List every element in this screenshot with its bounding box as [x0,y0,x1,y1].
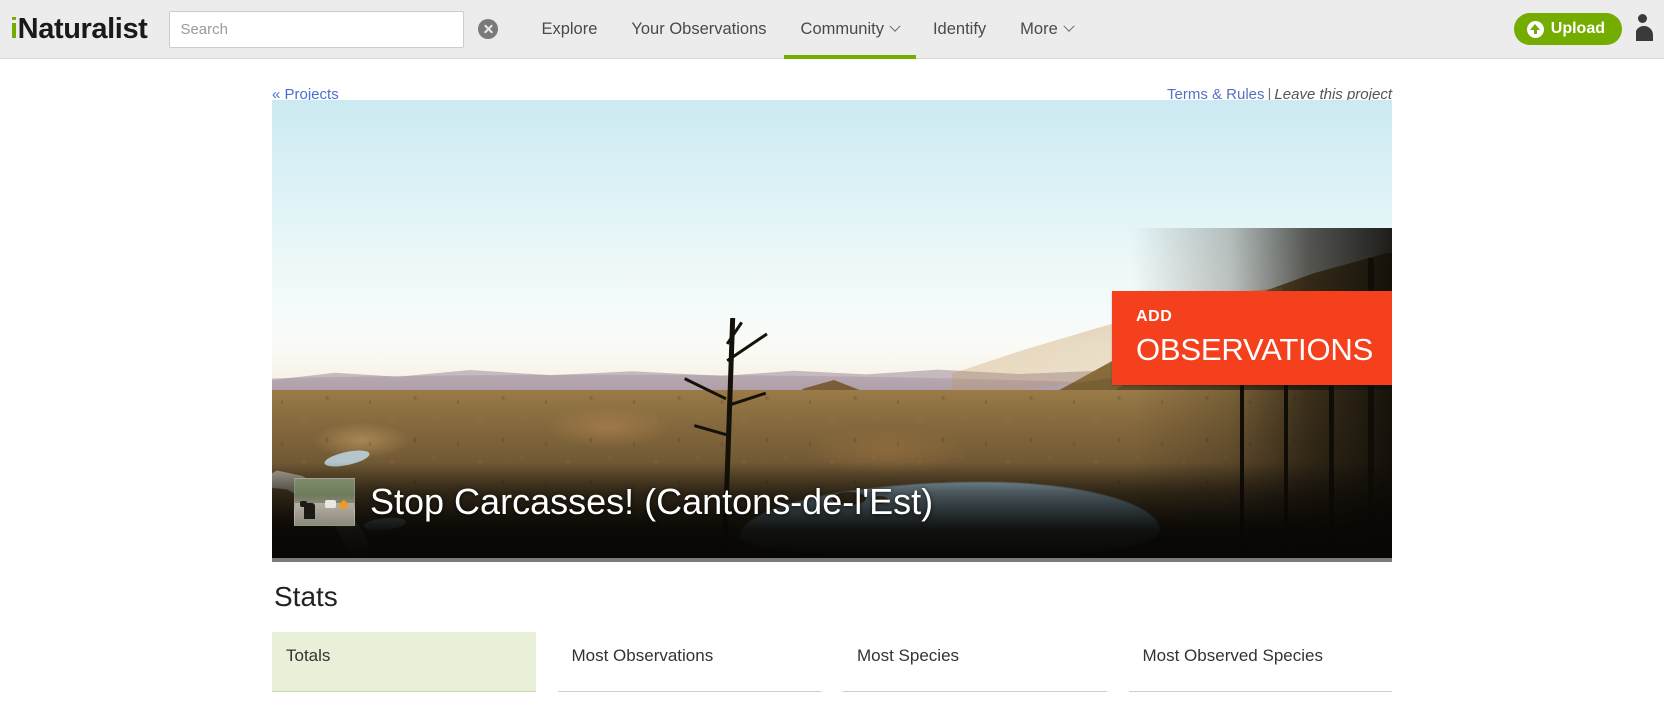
chevron-down-icon [889,20,901,32]
nav-item-your-observations[interactable]: Your Observations [614,0,783,59]
top-navigation-bar: iNaturalist Explore Your Observations Co… [0,0,1664,59]
nav-item-your-observations-label: Your Observations [631,19,767,38]
stats-section: Stats Totals Most Observations Most Spec… [272,562,1392,692]
page-title: Stop Carcasses! (Cantons-de-l'Est) [370,481,934,523]
nav-item-more-label: More [1020,19,1058,38]
search-container [169,10,499,48]
nav-item-identify-label: Identify [932,19,987,38]
nav-item-community[interactable]: Community [783,0,917,59]
logo-i-letter: i [10,12,18,45]
project-hero-banner: ADD OBSERVATIONS Stop Carcasses! (Canton… [272,100,1392,562]
stats-tabs: Totals Most Observations Most Species Mo… [272,632,1392,692]
upload-arrow-icon [1526,20,1544,38]
page-body: « Projects Terms & Rules | Leave this proj… [0,59,1664,692]
nav-item-community-label: Community [800,19,884,38]
stat-tab-most-observed-species[interactable]: Most Observed Species [1128,632,1393,692]
ribbon-observations-label: OBSERVATIONS [1136,332,1374,367]
stat-tab-totals[interactable]: Totals [272,632,536,692]
thumbnail-moose [300,501,315,519]
nav-item-explore[interactable]: Explore [524,0,614,59]
nav-right-group: Upload [1513,11,1664,47]
stat-tab-most-species-label: Most Species [857,646,960,665]
stat-tab-most-species[interactable]: Most Species [843,632,1107,692]
upload-button[interactable]: Upload [1513,13,1622,45]
ribbon-add-label: ADD [1136,308,1173,325]
project-thumbnail-icon[interactable] [294,478,355,526]
user-avatar-icon[interactable] [1636,11,1662,47]
chevron-down-icon [1063,20,1075,32]
nav-item-explore-label: Explore [541,19,598,38]
nav-links: Explore Your Observations Community Iden… [524,0,1089,59]
stat-tab-most-observations[interactable]: Most Observations [557,632,822,692]
search-input[interactable] [169,10,465,48]
stat-tab-most-observations-label: Most Observations [571,646,714,665]
project-meta-row: « Projects Terms & Rules | Leave this proj… [272,59,1392,103]
stat-tab-totals-label: Totals [286,646,331,665]
project-title-row: Stop Carcasses! (Cantons-de-l'Est) [272,478,1392,526]
logo-wordmark: Naturalist [17,12,148,45]
stats-heading: Stats [274,581,338,612]
add-observations-ribbon[interactable]: ADD OBSERVATIONS [1112,291,1392,385]
nav-item-more[interactable]: More [1003,0,1090,59]
thumbnail-car [325,500,336,508]
stat-tab-most-observed-species-label: Most Observed Species [1142,646,1323,665]
inaturalist-logo[interactable]: iNaturalist [10,12,148,45]
upload-button-label: Upload [1550,20,1605,37]
search-clear-icon[interactable] [478,19,499,39]
nav-item-identify[interactable]: Identify [916,0,1003,59]
